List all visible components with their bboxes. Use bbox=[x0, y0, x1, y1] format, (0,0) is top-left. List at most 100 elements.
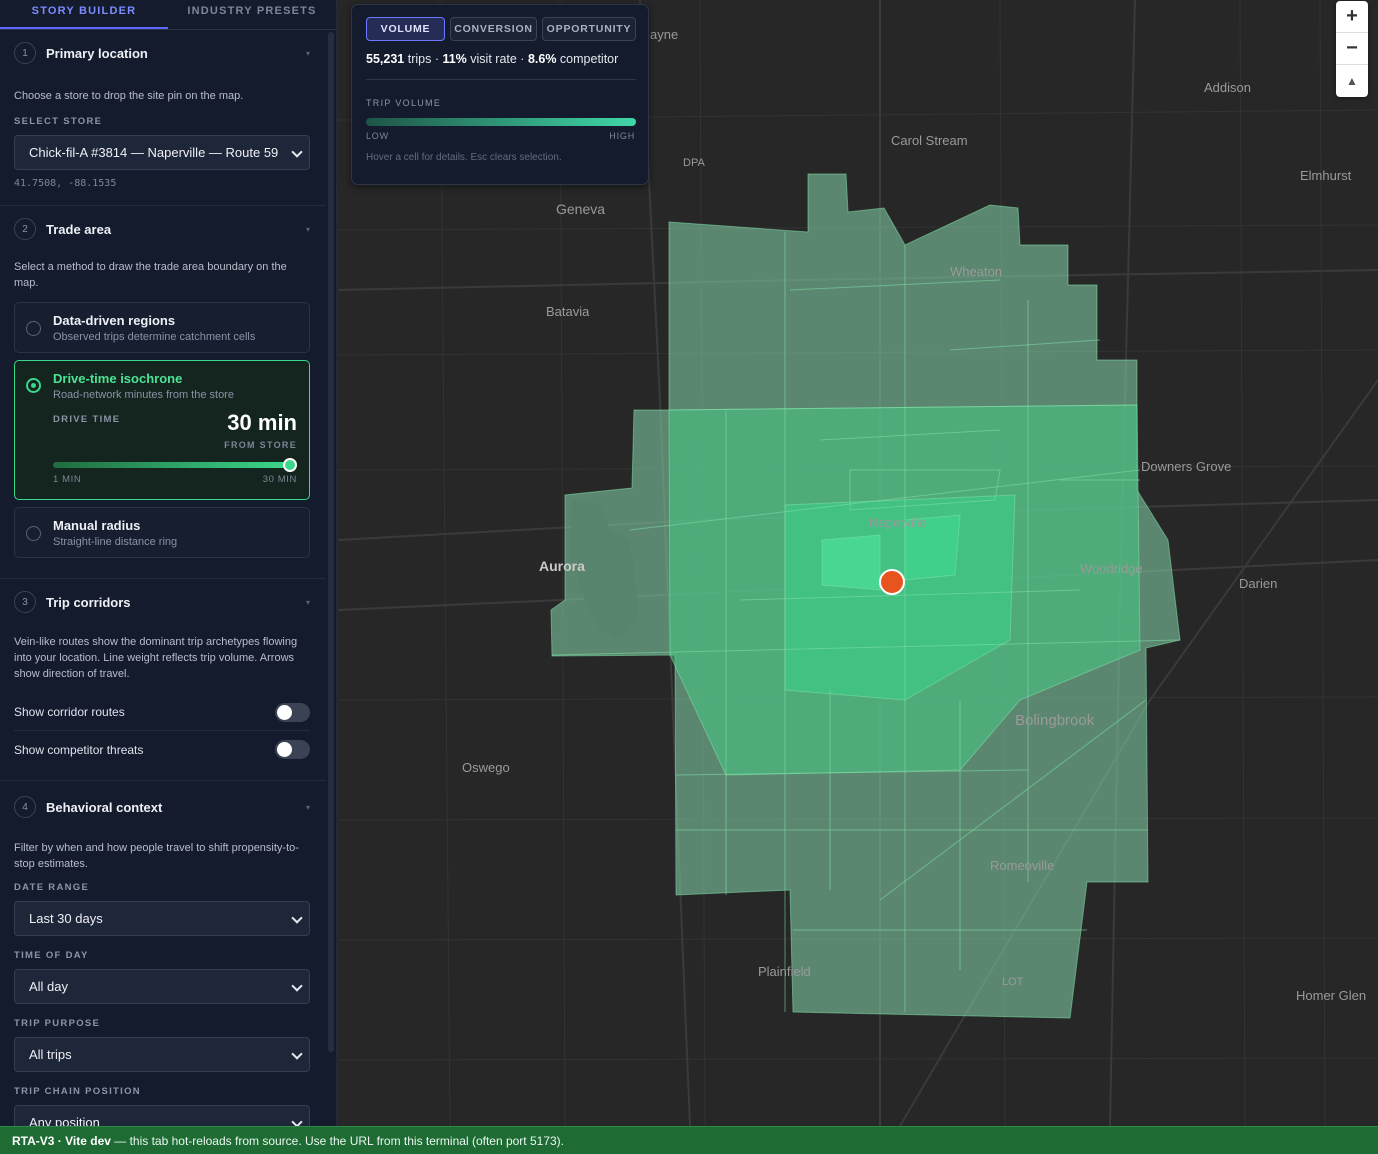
place-label: Wheaton bbox=[950, 264, 1003, 279]
legend-hint: Hover a cell for details. Esc clears sel… bbox=[366, 152, 562, 163]
radio-manual-radius[interactable] bbox=[26, 526, 41, 541]
trip-purpose-value: All trips bbox=[29, 1047, 72, 1062]
zoom-out-button[interactable]: − bbox=[1336, 33, 1368, 65]
section-number: 1 bbox=[14, 42, 36, 64]
scale-title: TRIP VOLUME bbox=[366, 98, 442, 108]
place-label: Geneva bbox=[556, 201, 606, 217]
place-label: ayne bbox=[650, 27, 679, 42]
visit-rate-value: 11% bbox=[442, 52, 467, 66]
date-range-label: DATE RANGE bbox=[14, 882, 90, 893]
time-of-day-label: TIME OF DAY bbox=[14, 950, 89, 961]
drive-time-slider[interactable] bbox=[53, 458, 297, 472]
option-manual-radius[interactable]: Manual radius Straight-line distance rin… bbox=[14, 507, 310, 558]
option-subtitle: Observed trips determine catchment cells bbox=[53, 331, 256, 343]
section-title: Primary location bbox=[46, 45, 148, 61]
trip-chain-select[interactable]: Any position bbox=[14, 1105, 310, 1126]
divider bbox=[366, 79, 636, 80]
section-description: Select a method to draw the trade area b… bbox=[14, 261, 287, 289]
summary-stats: 55,231 trips · 11% visit rate · 8.6% com… bbox=[366, 52, 619, 66]
place-label: Naperville bbox=[869, 515, 927, 530]
place-label: Batavia bbox=[546, 304, 590, 319]
trip-chain-value: Any position bbox=[29, 1115, 100, 1126]
chevron-down-icon: ▾ bbox=[305, 224, 310, 234]
section-trip-corridors: 3 Trip corridors ▾ Vein-like routes show… bbox=[0, 580, 326, 781]
place-label: Plainfield bbox=[758, 964, 811, 979]
place-label: Oswego bbox=[462, 760, 510, 775]
competitor-threats-toggle[interactable] bbox=[275, 740, 310, 759]
place-label: Romeoville bbox=[990, 858, 1055, 873]
section-title: Behavioral context bbox=[46, 799, 163, 815]
slider-track bbox=[53, 462, 290, 468]
place-label: Darien bbox=[1239, 576, 1278, 591]
date-range-value: Last 30 days bbox=[29, 911, 103, 926]
trips-value: 55,231 bbox=[366, 52, 405, 66]
chevron-down-icon: ▾ bbox=[305, 597, 310, 607]
toggle-label: Show competitor threats bbox=[14, 742, 144, 757]
place-label: Woodridge bbox=[1080, 561, 1143, 576]
date-range-select[interactable]: Last 30 days bbox=[14, 901, 310, 936]
compass-button[interactable]: ▲ bbox=[1336, 65, 1368, 97]
section-trade-area: 2 Trade area ▾ Select a method to draw t… bbox=[0, 207, 326, 579]
metric-legend-panel: VOLUME CONVERSION OPPORTUNITY 55,231 tri… bbox=[351, 4, 649, 185]
volume-button[interactable]: VOLUME bbox=[366, 17, 445, 41]
time-of-day-value: All day bbox=[29, 979, 69, 994]
section-behavioral-context: 4 Behavioral context ▾ Filter by when an… bbox=[0, 785, 326, 1126]
conversion-button[interactable]: CONVERSION bbox=[450, 17, 537, 41]
time-of-day-select[interactable]: All day bbox=[14, 969, 310, 1004]
competitor-unit: competitor bbox=[559, 52, 619, 66]
sidebar-scrollbar[interactable] bbox=[328, 32, 334, 1052]
toggle-label: Show corridor routes bbox=[14, 705, 125, 719]
radio-data-driven[interactable] bbox=[26, 321, 41, 336]
drive-time-caption: FROM STORE bbox=[224, 440, 297, 450]
chevron-down-icon bbox=[291, 1116, 303, 1126]
status-brand: RTA-V3 · Vite dev bbox=[12, 1133, 111, 1148]
place-label: Elmhurst bbox=[1300, 168, 1352, 183]
option-data-driven-regions[interactable]: Data-driven regions Observed trips deter… bbox=[14, 302, 310, 353]
section-header[interactable]: 2 Trade area ▾ bbox=[14, 207, 310, 251]
zoom-control: + − ▲ bbox=[1336, 1, 1368, 97]
slider-min-label: 1 MIN bbox=[53, 474, 82, 485]
chevron-down-icon bbox=[291, 912, 303, 924]
corridor-routes-toggle[interactable] bbox=[275, 702, 310, 722]
trip-chain-label: TRIP CHAIN POSITION bbox=[14, 1086, 141, 1097]
slider-handle[interactable] bbox=[283, 458, 297, 472]
volume-color-scale bbox=[366, 118, 636, 126]
drive-time-value: 30 min bbox=[227, 410, 297, 435]
place-label: DPA bbox=[683, 157, 705, 169]
place-label: Aurora bbox=[539, 558, 585, 574]
radio-drive-time[interactable] bbox=[26, 378, 41, 393]
scale-low-label: LOW bbox=[366, 131, 389, 141]
competitor-value: 8.6% bbox=[527, 52, 557, 66]
place-label: Homer Glen bbox=[1296, 988, 1367, 1003]
section-header[interactable]: 3 Trip corridors ▾ bbox=[14, 580, 310, 624]
place-label: Bolingbrook bbox=[1015, 712, 1095, 729]
section-description: Choose a store to drop the site pin on t… bbox=[14, 90, 244, 102]
store-pin[interactable] bbox=[879, 569, 905, 595]
section-number: 4 bbox=[14, 796, 36, 818]
section-description: Vein-like routes show the dominant trip … bbox=[14, 636, 298, 680]
tab-industry-presets[interactable]: INDUSTRY PRESETS bbox=[168, 0, 336, 29]
option-drive-time-isochrone[interactable]: Drive-time isochrone Road-network minute… bbox=[14, 360, 310, 500]
section-header[interactable]: 4 Behavioral context ▾ bbox=[14, 785, 310, 829]
option-title: Manual radius bbox=[53, 518, 141, 533]
status-message: — this tab hot-reloads from source. Use … bbox=[110, 1133, 564, 1148]
drive-time-label: DRIVE TIME bbox=[53, 414, 121, 425]
slider-max-label: 30 MIN bbox=[262, 474, 297, 485]
section-header[interactable]: 1 Primary location ▾ bbox=[14, 31, 310, 75]
chevron-down-icon bbox=[291, 1048, 303, 1060]
chevron-down-icon: ▾ bbox=[305, 48, 310, 58]
option-subtitle: Road-network minutes from the store bbox=[53, 389, 234, 401]
trips-unit: trips bbox=[407, 52, 432, 66]
store-coordinates: 41.7508, -88.1535 bbox=[14, 178, 117, 189]
toggle-row-competitor-threats: Show competitor threats bbox=[14, 731, 310, 768]
scale-high-label: HIGH bbox=[609, 131, 635, 141]
section-title: Trip corridors bbox=[46, 594, 131, 610]
tab-story-builder[interactable]: STORY BUILDER bbox=[0, 0, 168, 29]
opportunity-button[interactable]: OPPORTUNITY bbox=[542, 17, 636, 41]
zoom-in-button[interactable]: + bbox=[1336, 1, 1368, 33]
store-select-value: Chick-fil-A #3814 — Naperville — Route 5… bbox=[29, 145, 279, 160]
place-label: Downers Grove bbox=[1141, 459, 1232, 474]
trip-purpose-select[interactable]: All trips bbox=[14, 1037, 310, 1072]
dev-status-bar: RTA-V3 · Vite dev — this tab hot-reloads… bbox=[0, 1126, 1378, 1154]
store-select[interactable]: Chick-fil-A #3814 — Naperville — Route 5… bbox=[14, 135, 310, 170]
